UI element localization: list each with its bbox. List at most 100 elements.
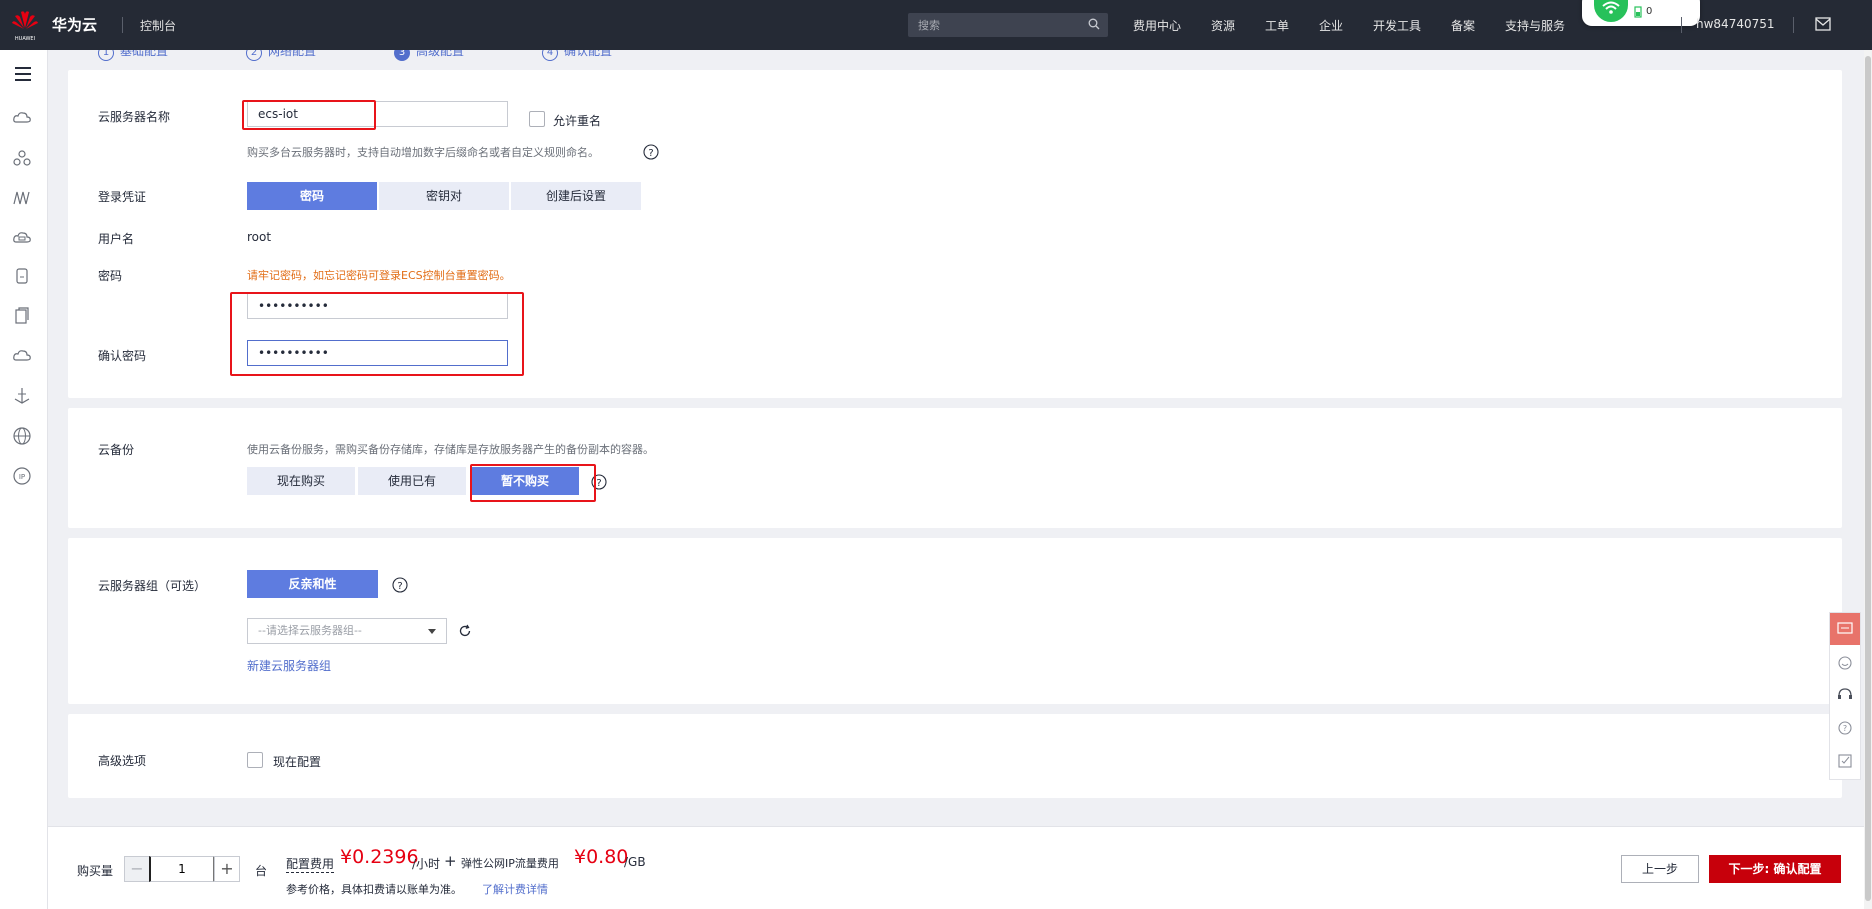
quantity-input[interactable] [149,856,215,882]
step-advanced[interactable]: 3 高级配置 [394,50,464,61]
menu-icon[interactable] [13,64,33,84]
password-label: 密码 [98,269,123,283]
confirm-password-input[interactable] [247,340,508,366]
question-icon: ? [1838,721,1852,735]
help-icon[interactable]: ? [392,577,408,593]
create-server-group-link[interactable]: 新建云服务器组 [247,657,331,674]
headset-icon [1838,688,1852,699]
server-name-label: 云服务器名称 [98,110,171,124]
mail-icon[interactable] [1815,17,1831,31]
next-step-button[interactable]: 下一步: 确认配置 [1709,855,1841,883]
step-basic[interactable]: 1 基础配置 [98,50,168,61]
step-network[interactable]: 2 网络配置 [246,50,316,61]
search-input[interactable] [908,13,1078,37]
customer-service-button[interactable] [1830,679,1860,711]
nav-enterprise[interactable]: 企业 [1319,17,1343,34]
chat-icon [1837,622,1853,634]
backup-buy-now-option[interactable]: 现在购买 [247,467,355,495]
floating-toolbar: ? [1829,612,1861,780]
quantity-label: 购买量 [77,864,114,878]
server-group-label: 云服务器组（可选） [98,579,207,593]
brand-name[interactable]: 华为云 [52,14,97,35]
basic-settings-panel: 云服务器名称 允许重名 购买多台云服务器时，支持自动增加数字后缀命名或者自定义规… [68,70,1842,398]
nav-support[interactable]: 支持与服务 [1505,17,1565,34]
help-button[interactable]: ? [1830,712,1860,744]
help-icon[interactable]: ? [643,144,659,160]
search-box[interactable] [908,13,1108,37]
feedback-button[interactable] [1830,745,1860,777]
globe-icon[interactable] [12,426,32,446]
step-confirm[interactable]: 4 确认配置 [542,50,612,61]
login-password-option[interactable]: 密码 [247,182,377,210]
server-group-select[interactable]: --请选择云服务器组-- [247,618,447,644]
page-scrollbar[interactable] [1864,50,1872,909]
configure-now-checkbox[interactable] [247,752,263,768]
cloud-icon[interactable] [12,346,32,366]
billing-details-link[interactable]: 了解计费详情 [482,881,548,897]
help-icon[interactable]: ? [591,474,607,490]
console-link[interactable]: 控制台 [140,17,176,34]
server-name-input[interactable] [247,101,508,127]
divider [1681,17,1682,33]
quantity-decrease-button[interactable]: − [124,856,150,882]
wifi-device-count: 0 [1646,6,1653,17]
allow-duplicate-label: 允许重名 [553,114,602,128]
login-keypair-option[interactable]: 密钥对 [379,182,509,210]
price-note: 参考价格，具体扣费请以账单为准。 [286,883,462,896]
quantity-unit: 台 [255,864,268,878]
backup-hint: 使用云备份服务，需购买备份存储库，存储库是存放服务器产生的备份副本的容器。 [247,443,654,456]
ip-icon[interactable]: IP [12,466,32,486]
nav-filing[interactable]: 备案 [1451,17,1475,34]
network-icon[interactable] [12,386,32,406]
logo-caption: HUAWEI [15,36,35,42]
nav-resources[interactable]: 资源 [1211,17,1235,34]
server-group-select-placeholder: --请选择云服务器组-- [258,624,362,637]
server-name-hint: 购买多台云服务器时，支持自动增加数字后缀命名或者自定义规则命名。 [247,146,599,159]
main-content: 1基础配置 2网络配置 3高级配置 4确认配置 云服务器名称 允许重名 购买多台… [48,50,1864,909]
anti-affinity-option[interactable]: 反亲和性 [247,570,378,598]
svg-text:?: ? [596,478,601,489]
top-navbar: HUAWEI 华为云 控制台 费用中心 资源 工单 企业 开发工具 备案 支持与… [0,0,1872,50]
left-sidebar: IP [0,50,48,909]
chevron-down-icon [428,629,436,634]
password-warning: 请牢记密码，如忘记密码可登录ECS控制台重置密码。 [247,269,511,282]
cloud-server-icon[interactable] [12,108,32,128]
search-icon[interactable] [1088,18,1100,30]
advanced-options-label: 高级选项 [98,754,147,768]
nav-devtools[interactable]: 开发工具 [1373,17,1421,34]
wifi-icon [1594,0,1628,22]
previous-step-button[interactable]: 上一步 [1621,855,1699,883]
eip-fee-unit: /GB [624,855,646,869]
svg-text:IP: IP [19,473,25,481]
wifi-popup[interactable]: 0 [1582,0,1700,26]
backup-use-existing-option[interactable]: 使用已有 [358,467,466,495]
database-icon[interactable] [12,266,32,286]
quantity-increase-button[interactable]: + [214,856,240,882]
huawei-logo[interactable]: HUAWEI [10,8,40,42]
config-fee-label[interactable]: 配置费用 [286,855,335,873]
storage-icon[interactable] [12,228,32,248]
nav-billing[interactable]: 费用中心 [1133,17,1181,34]
cluster-icon[interactable] [12,148,32,168]
document-icon[interactable] [12,306,32,326]
smile-icon [1838,656,1852,670]
eip-fee-label: 弹性公网IP流量费用 [461,857,559,870]
nav-tickets[interactable]: 工单 [1265,17,1289,34]
backup-panel: 云备份 使用云备份服务，需购买备份存储库，存储库是存放服务器产生的备份副本的容器… [68,408,1842,528]
password-input[interactable] [247,293,508,319]
backup-not-now-option[interactable]: 暂不购买 [471,467,579,495]
chat-button[interactable] [1830,613,1860,645]
refresh-icon[interactable] [458,624,472,638]
login-later-option[interactable]: 创建后设置 [511,182,641,210]
scrollbar-thumb[interactable] [1865,56,1871,901]
monitor-icon[interactable] [12,188,32,208]
allow-duplicate-checkbox[interactable] [529,111,545,127]
svg-text:?: ? [397,581,402,592]
svg-text:?: ? [648,148,653,159]
smile-button[interactable] [1830,647,1860,679]
eip-fee-price: ¥0.80 [574,846,629,868]
purchase-footer: 购买量 − + 台 配置费用 ¥0.2396 /小时 + 弹性公网IP流量费用 … [48,826,1864,909]
backup-label: 云备份 [98,443,135,457]
username[interactable]: hw84740751 [1696,17,1775,31]
feedback-icon [1838,754,1852,768]
